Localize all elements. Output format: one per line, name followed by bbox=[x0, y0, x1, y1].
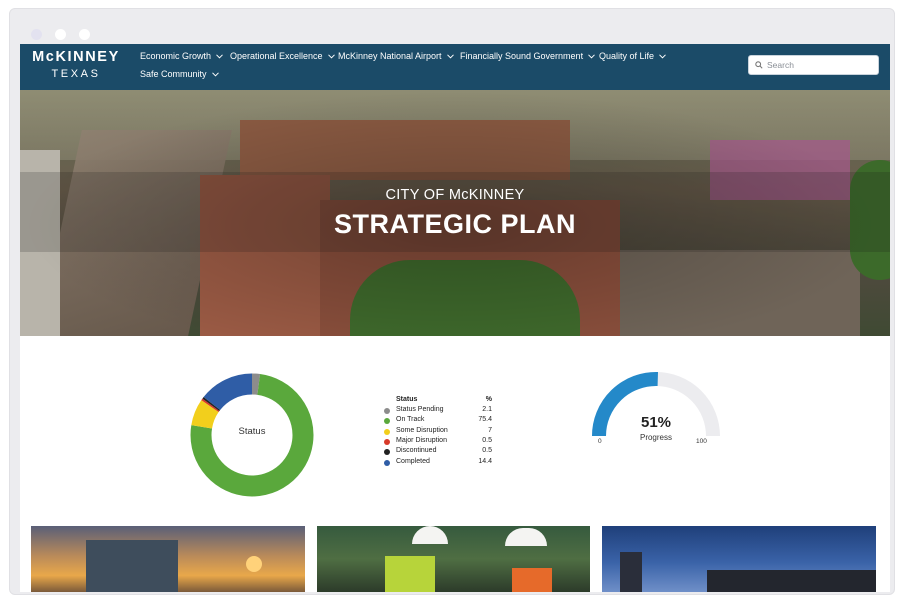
card-terminal bbox=[707, 570, 876, 592]
donut-slice-discontinued[interactable] bbox=[202, 397, 221, 412]
nav-item-label: Operational Excellence bbox=[230, 51, 323, 61]
nav-item-label: Financially Sound Government bbox=[460, 51, 584, 61]
card-safety-vest bbox=[512, 568, 552, 592]
logo-line2: TEXAS bbox=[51, 67, 101, 80]
status-donut-chart: Status bbox=[189, 372, 315, 498]
legend-color-dot bbox=[384, 438, 390, 445]
legend-label: Status Pending bbox=[396, 406, 444, 413]
chevron-down-icon bbox=[588, 53, 595, 59]
web-page: McKINNEY TEXAS Economic Growth Operation… bbox=[20, 44, 890, 592]
card-control-tower bbox=[620, 552, 642, 592]
legend-value: 7 bbox=[488, 426, 492, 434]
chevron-down-icon bbox=[659, 53, 666, 59]
card-hard-hat bbox=[505, 528, 547, 546]
nav-item-national-airport[interactable]: McKinney National Airport bbox=[338, 51, 454, 61]
chevron-down-icon bbox=[327, 53, 335, 59]
progress-gauge: 51% Progress 0 100 bbox=[586, 370, 726, 460]
window-dot-1[interactable] bbox=[31, 29, 42, 40]
legend-value: 2.1 bbox=[482, 406, 492, 413]
legend-header-label: Status bbox=[396, 396, 418, 403]
legend-label: Some Disruption bbox=[396, 426, 448, 434]
site-logo[interactable]: McKINNEY TEXAS bbox=[30, 50, 122, 80]
gauge-percent: 51% bbox=[640, 414, 672, 431]
search-input[interactable] bbox=[767, 60, 867, 70]
nav-item-label: Safe Community bbox=[140, 69, 207, 79]
legend-value: 0.5 bbox=[482, 436, 492, 444]
nav-item-economic-growth[interactable]: Economic Growth bbox=[140, 51, 223, 61]
site-header: McKINNEY TEXAS Economic Growth Operation… bbox=[20, 44, 890, 90]
card-safety-vest bbox=[385, 556, 435, 592]
nav-item-operational-excellence[interactable]: Operational Excellence bbox=[230, 51, 335, 61]
legend-label: Completed bbox=[396, 457, 430, 465]
card-image-office-building[interactable] bbox=[31, 526, 305, 592]
legend-header-value: % bbox=[485, 396, 492, 403]
window-controls bbox=[31, 29, 90, 40]
donut-slice-some-disruption[interactable] bbox=[191, 400, 219, 430]
legend-color-dot bbox=[384, 459, 390, 466]
card-image-workers[interactable] bbox=[317, 526, 590, 592]
window-dot-2[interactable] bbox=[55, 29, 66, 40]
logo-line1: McKINNEY bbox=[32, 49, 120, 65]
nav-item-label: McKinney National Airport bbox=[338, 51, 442, 61]
gauge-max: 100 bbox=[696, 438, 707, 445]
nav-item-financially-sound-government[interactable]: Financially Sound Government bbox=[460, 51, 595, 61]
nav-item-label: Quality of Life bbox=[599, 51, 655, 61]
gauge-min: 0 bbox=[598, 438, 602, 445]
hero-subtitle: CITY OF McKINNEY bbox=[385, 187, 525, 203]
card-building-shape bbox=[86, 540, 178, 592]
donut-slice-major-disruption[interactable] bbox=[201, 398, 220, 413]
hero-banner: CITY OF McKINNEY STRATEGIC PLAN bbox=[20, 90, 890, 336]
nav-item-label: Economic Growth bbox=[140, 51, 212, 61]
legend-color-dot bbox=[384, 449, 390, 456]
legend-value: 14.4 bbox=[478, 457, 492, 465]
window-dot-3[interactable] bbox=[79, 29, 90, 40]
legend-label: Discontinued bbox=[396, 447, 437, 455]
donut-center-label: Status bbox=[238, 426, 266, 437]
legend-label: Major Disruption bbox=[396, 436, 447, 444]
hero-title: STRATEGIC PLAN bbox=[334, 209, 576, 239]
legend-value: 0.5 bbox=[482, 447, 492, 455]
legend-value: 75.4 bbox=[478, 416, 492, 424]
card-sun bbox=[246, 556, 262, 572]
card-image-airport[interactable] bbox=[602, 526, 876, 592]
search-icon bbox=[755, 61, 763, 69]
nav-item-safe-community[interactable]: Safe Community bbox=[140, 69, 219, 79]
search-box[interactable] bbox=[748, 55, 879, 75]
legend-color-dot bbox=[384, 408, 390, 414]
nav-item-quality-of-life[interactable]: Quality of Life bbox=[599, 51, 666, 61]
legend-color-dot bbox=[384, 418, 390, 425]
legend-color-dot bbox=[384, 428, 390, 435]
chevron-down-icon bbox=[211, 71, 219, 77]
chevron-down-icon bbox=[216, 53, 223, 59]
legend-label: On Track bbox=[396, 416, 425, 424]
chevron-down-icon bbox=[446, 53, 454, 59]
donut-slice-completed[interactable] bbox=[203, 373, 253, 411]
card-hard-hat bbox=[412, 526, 448, 544]
